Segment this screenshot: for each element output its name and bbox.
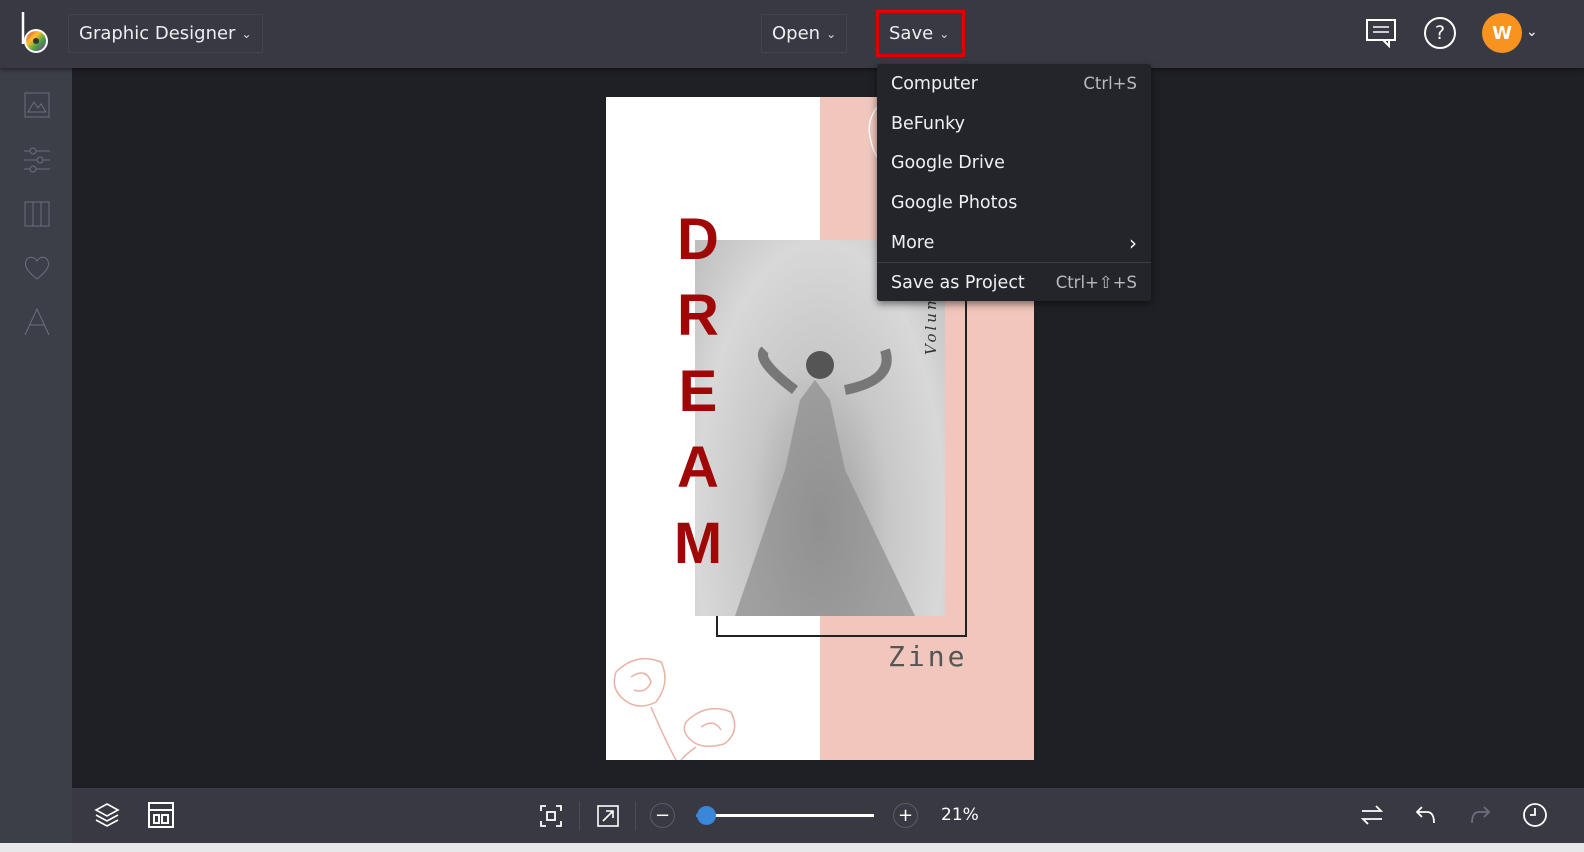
- layers-icon[interactable]: [94, 801, 120, 829]
- avatar-initial: W: [1492, 22, 1512, 44]
- menu-item-google-drive[interactable]: Google Drive: [877, 143, 1151, 183]
- menu-item-more[interactable]: More ›: [877, 223, 1151, 263]
- layout-icon[interactable]: [148, 802, 174, 828]
- chevron-right-icon: ›: [1129, 230, 1137, 255]
- image-icon[interactable]: [24, 92, 50, 118]
- menu-item-label: Save as Project: [891, 272, 1025, 293]
- menu-item-label: Computer: [891, 73, 978, 94]
- menu-item-befunky[interactable]: BeFunky: [877, 104, 1151, 144]
- zoom-out-button[interactable]: −: [650, 803, 675, 828]
- chevron-down-icon: ⌄: [826, 26, 837, 41]
- rose-illustration: [613, 657, 736, 760]
- chevron-down-icon: ⌄: [241, 26, 252, 41]
- actual-size-icon[interactable]: [597, 805, 619, 827]
- menu-item-save-as-project[interactable]: Save as Project Ctrl+⇧+S: [877, 262, 1151, 302]
- sliders-icon[interactable]: [24, 147, 50, 173]
- top-bar: Graphic Designer ⌄ Open ⌄ Save ⌄ ? W ⌄: [0, 0, 1584, 68]
- save-button[interactable]: Save ⌄: [876, 10, 965, 57]
- save-label: Save: [889, 23, 934, 44]
- comment-icon[interactable]: [1364, 17, 1398, 49]
- bottom-toolbar: − + 21%: [72, 788, 1584, 843]
- app-menu-button[interactable]: Graphic Designer ⌄: [68, 14, 263, 53]
- menu-item-google-photos[interactable]: Google Photos: [877, 183, 1151, 223]
- letter: M: [673, 511, 723, 576]
- befunky-logo[interactable]: [18, 10, 54, 56]
- menu-item-label: Google Drive: [891, 153, 1005, 174]
- text-icon[interactable]: [24, 308, 50, 336]
- dream-title: D R E A M: [668, 202, 728, 582]
- shortcut: Ctrl+⇧+S: [1055, 273, 1137, 293]
- history-icon[interactable]: [1522, 802, 1548, 828]
- help-icon[interactable]: ?: [1424, 17, 1456, 49]
- flip-icon[interactable]: [1359, 803, 1385, 827]
- heart-icon[interactable]: [23, 254, 51, 282]
- avatar[interactable]: W: [1482, 13, 1522, 53]
- zoom-slider-thumb[interactable]: [697, 806, 717, 825]
- open-button[interactable]: Open ⌄: [761, 14, 848, 53]
- menu-item-computer[interactable]: Computer Ctrl+S: [877, 64, 1151, 104]
- redo-icon[interactable]: [1468, 803, 1492, 827]
- layouts-icon[interactable]: [24, 201, 50, 227]
- sidebar: [0, 68, 72, 788]
- letter: E: [678, 359, 718, 424]
- shortcut: Ctrl+S: [1083, 74, 1137, 94]
- menu-item-label: BeFunky: [891, 113, 965, 134]
- divider: [635, 802, 636, 830]
- undo-icon[interactable]: [1414, 803, 1438, 827]
- divider: [579, 802, 580, 830]
- zoom-slider[interactable]: [696, 806, 874, 825]
- menu-item-label: More: [891, 232, 935, 253]
- menu-item-label: Google Photos: [891, 192, 1018, 213]
- letter: A: [677, 435, 719, 500]
- chevron-down-icon[interactable]: ⌄: [1526, 24, 1538, 40]
- open-label: Open: [772, 23, 821, 44]
- zoom-percent: 21%: [941, 805, 979, 825]
- zoom-in-button[interactable]: +: [893, 803, 918, 828]
- app-menu-label: Graphic Designer: [79, 23, 236, 44]
- chevron-down-icon: ⌄: [939, 26, 950, 41]
- sidebar-footer: [0, 788, 72, 843]
- letter: D: [677, 207, 719, 272]
- fit-to-screen-icon[interactable]: [540, 805, 562, 827]
- letter: R: [677, 283, 719, 348]
- save-dropdown-menu: Computer Ctrl+S BeFunky Google Drive Goog…: [877, 64, 1151, 301]
- zine-text: Zine: [888, 640, 968, 673]
